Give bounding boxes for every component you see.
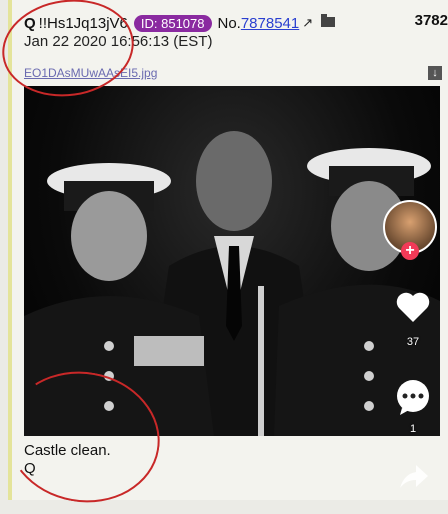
download-icon[interactable]: ↓: [428, 66, 442, 80]
post-number-label: No.: [217, 14, 241, 32]
comment-count: 1: [409, 423, 417, 435]
external-link-icon[interactable]: ↗: [302, 15, 313, 31]
add-follow-icon[interactable]: +: [401, 242, 419, 260]
like-count: 37: [406, 336, 420, 348]
reply-count: 3782: [414, 12, 448, 29]
comment-icon[interactable]: [394, 378, 432, 416]
share-icon[interactable]: [396, 462, 430, 492]
post-number-link[interactable]: 7878541: [241, 15, 299, 32]
id-badge[interactable]: ID: 851078: [133, 14, 212, 32]
folder-icon[interactable]: [321, 14, 336, 27]
heart-icon[interactable]: [395, 290, 431, 324]
